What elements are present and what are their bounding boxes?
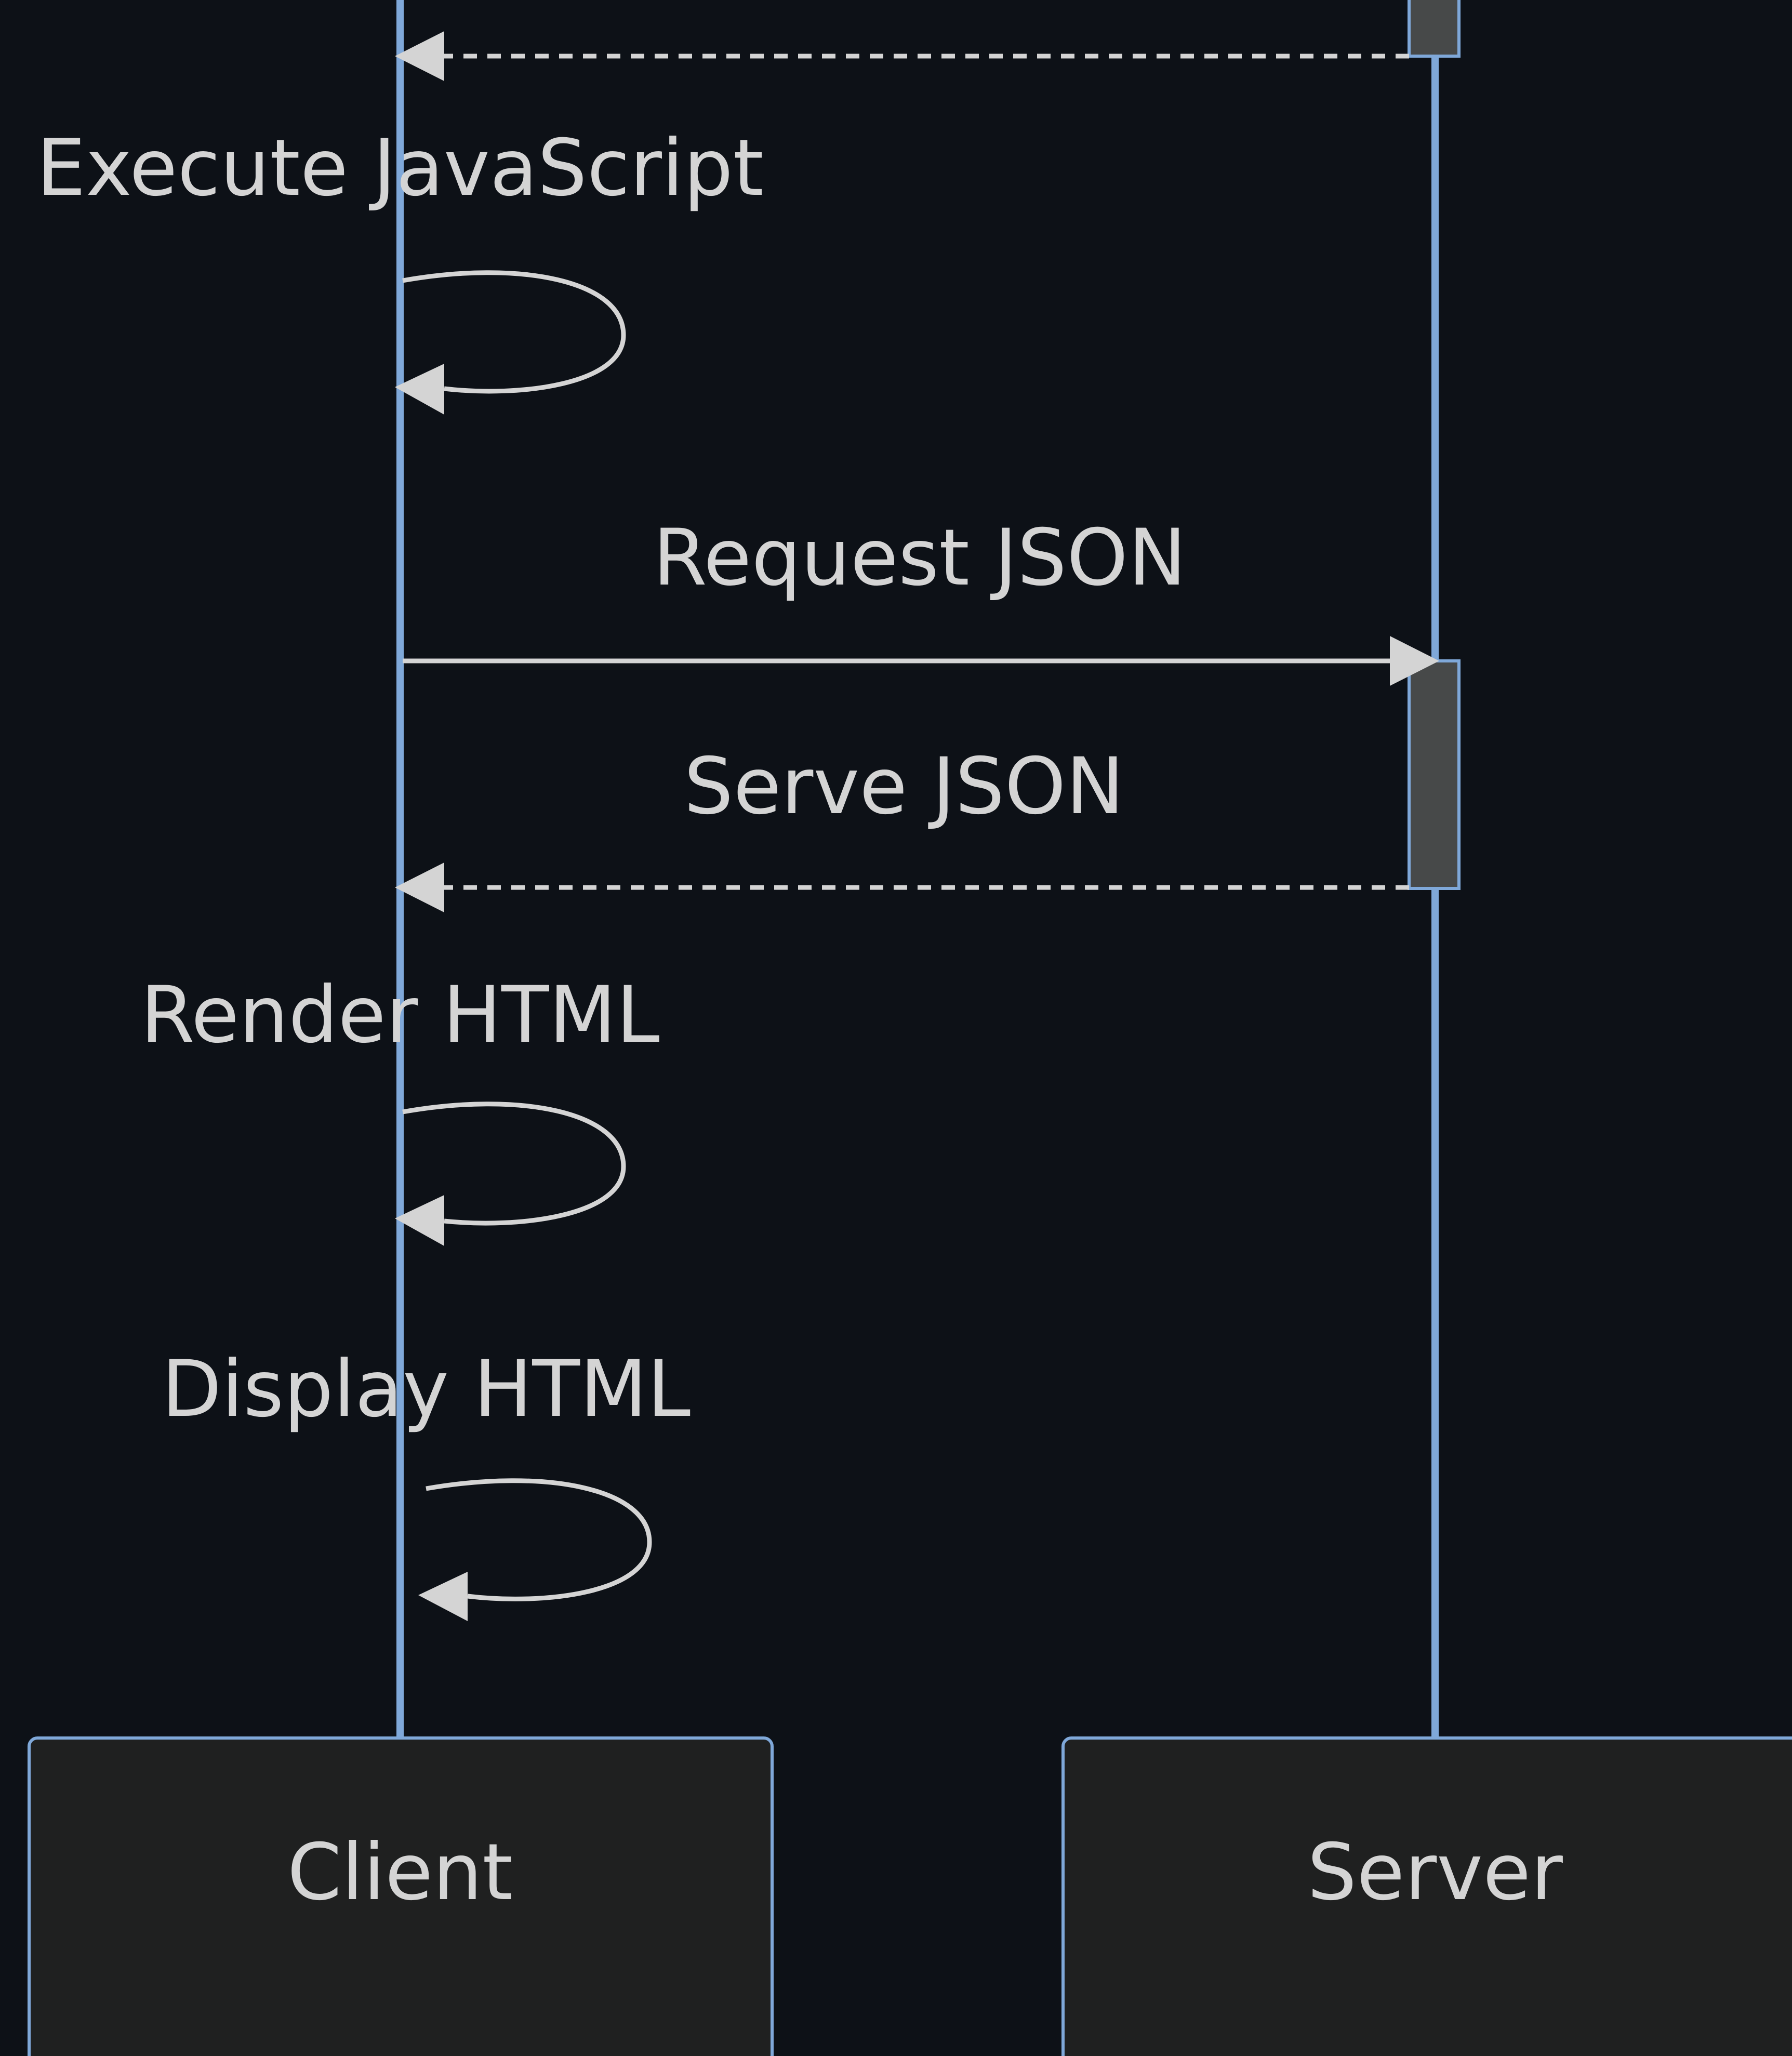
server-activation-json bbox=[1408, 659, 1461, 890]
message-request-json: Request JSON bbox=[403, 513, 1439, 686]
message-label-display-html: Display HTML bbox=[162, 1344, 691, 1435]
participant-label-client: Client bbox=[287, 1827, 513, 1918]
participant-server: Server bbox=[1061, 1736, 1792, 2056]
message-label-serve-json: Serve JSON bbox=[684, 741, 1124, 832]
message-serve-json: Serve JSON bbox=[395, 741, 1409, 912]
message-return-top bbox=[395, 31, 1409, 81]
message-label-execute-javascript: Execute JavaScript bbox=[36, 123, 763, 214]
message-label-render-html: Render HTML bbox=[140, 970, 659, 1060]
sequence-diagram: Execute JavaScript Request JSON Serve JS… bbox=[28, 0, 1792, 2056]
participant-client: Client bbox=[28, 1736, 774, 2056]
message-display-html: Display HTML bbox=[162, 1344, 691, 1621]
message-label-request-json: Request JSON bbox=[653, 513, 1187, 603]
participant-label-server: Server bbox=[1307, 1827, 1563, 1918]
server-activation-top bbox=[1408, 0, 1461, 58]
